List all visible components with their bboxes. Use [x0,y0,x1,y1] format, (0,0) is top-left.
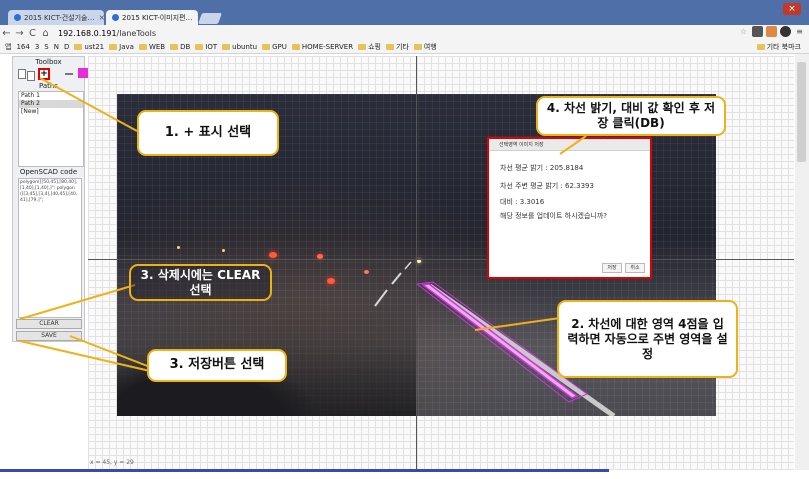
callout-step-3-save: 3. 저장버튼 선택 [147,349,287,382]
callout-connectors [19,77,587,372]
connector-line [474,317,561,331]
connector-line [19,340,151,372]
callout-step-2: 2. 차선에 대한 영역 4점을 입력하면 자동으로 주변 영역을 설정 [557,300,738,378]
callout-step-1: 1. + 표시 선택 [137,110,279,156]
callout-step-3-clear: 3. 삭제시에는 CLEAR 선택 [129,264,272,301]
taskbar-strip [0,469,609,472]
callout-step-4: 4. 차선 밝기, 대비 값 확인 후 저장 클릭(DB) [536,96,726,136]
connector-line [39,77,138,132]
connector-line [559,135,587,155]
connector-line [19,284,136,320]
